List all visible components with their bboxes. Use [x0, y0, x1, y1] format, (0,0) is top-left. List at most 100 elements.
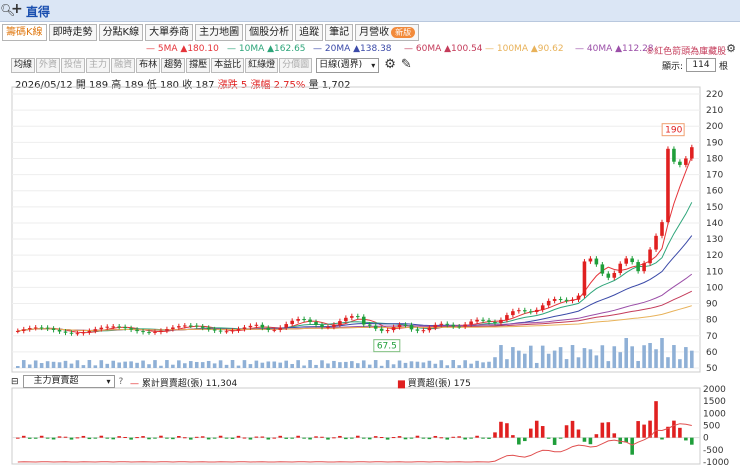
candle-body	[612, 272, 617, 278]
volume-bar	[141, 360, 145, 368]
candle-body	[517, 310, 521, 312]
candle-body	[87, 330, 92, 333]
candle-body	[254, 324, 259, 326]
volume-bar	[165, 360, 169, 368]
net-bar	[642, 424, 646, 438]
volume-bar	[290, 364, 294, 368]
volume-bar	[421, 362, 426, 368]
candle-body	[69, 332, 74, 334]
net-bar	[612, 433, 617, 438]
volume-bar	[654, 349, 658, 368]
price-tick: 190	[706, 138, 723, 148]
candle-body	[534, 309, 539, 312]
net-bar	[129, 437, 133, 440]
indicator-select[interactable]: 主力買賣超	[22, 375, 115, 388]
net-bar	[690, 437, 694, 445]
volume-bar	[206, 360, 211, 368]
candle-body	[141, 331, 145, 333]
candle-body	[546, 300, 551, 306]
volume-bar	[129, 361, 133, 368]
net-bar	[194, 436, 199, 438]
net-bar	[284, 437, 288, 439]
net-bar	[415, 435, 420, 438]
net-bar	[672, 420, 676, 438]
net-bar	[499, 421, 503, 438]
volume-bar	[278, 362, 283, 368]
volume-bar	[153, 360, 157, 368]
net-bar	[278, 435, 283, 438]
candle-body	[57, 329, 62, 332]
candle-body	[135, 329, 139, 332]
net-bar	[660, 437, 664, 440]
candle-body	[188, 325, 193, 327]
net-bar	[51, 437, 56, 440]
volume-bar	[511, 347, 515, 368]
volume-bar	[463, 360, 467, 368]
candle-body	[242, 327, 247, 330]
candle-body	[302, 319, 306, 321]
volume-bar	[218, 360, 223, 368]
price-tick: 150	[706, 203, 723, 213]
price-tick: 130	[706, 235, 723, 245]
volume-bar	[33, 360, 38, 368]
candle-body	[194, 325, 199, 327]
net-bar	[332, 437, 336, 439]
price-tick: 50	[706, 364, 718, 374]
candle-body	[200, 326, 205, 328]
candle-body	[260, 324, 265, 328]
candle-body	[433, 324, 438, 328]
net-bar	[326, 437, 330, 440]
candle-body	[660, 222, 664, 236]
net-bar	[546, 437, 551, 439]
candle-body	[308, 319, 312, 322]
net-bar	[684, 437, 688, 441]
candle-body	[206, 327, 211, 330]
candle-body	[314, 321, 318, 325]
candle-body	[373, 325, 378, 329]
volume-bar	[636, 360, 640, 368]
volume-bar	[546, 353, 551, 368]
volume-bar	[308, 360, 312, 368]
volume-bar	[642, 345, 646, 368]
candle-body	[183, 325, 187, 327]
candle-body	[523, 310, 527, 312]
candle-body	[666, 148, 670, 223]
indicator-tick: 500	[703, 422, 720, 432]
indicator-frame	[11, 387, 701, 465]
candle-body	[379, 328, 384, 331]
candle-body	[505, 315, 509, 320]
volume-bar	[356, 363, 360, 368]
candle-body	[212, 329, 217, 331]
volume-bar	[63, 360, 68, 368]
volume-bar	[296, 360, 300, 368]
volume-bar	[135, 362, 139, 368]
candle-body	[326, 326, 330, 328]
collapse-icon[interactable]: ⊟	[11, 377, 19, 387]
price-tick: 80	[706, 316, 718, 326]
net-bar	[678, 427, 682, 438]
candle-body	[248, 325, 253, 328]
candle-body	[367, 324, 372, 326]
net-bar	[254, 436, 259, 438]
volume-bar	[224, 364, 229, 368]
chart-canvas[interactable]: 220 210 200 190 180 170 160 150 140 130 120 110 100 9…	[0, 0, 740, 465]
price-tick: 120	[706, 251, 723, 261]
volume-bar	[427, 360, 432, 368]
volume-bar	[594, 355, 599, 368]
net-legend: ▆ 買賣超(張) 175	[398, 379, 471, 389]
candle-body	[296, 319, 300, 321]
volume-bar	[487, 361, 491, 368]
volume-bar	[159, 365, 163, 368]
volume-bar	[230, 360, 235, 368]
help-icon[interactable]: ?	[119, 377, 124, 387]
candle-body	[576, 295, 581, 300]
net-bar	[218, 435, 223, 438]
net-bar	[27, 437, 32, 439]
volume-bar	[183, 363, 187, 368]
indicator-tick: 0	[703, 434, 709, 444]
net-bar	[463, 437, 467, 440]
candle-body	[487, 320, 491, 323]
volume-bar	[147, 364, 151, 368]
volume-bar	[266, 361, 271, 368]
candle-body	[463, 324, 467, 327]
